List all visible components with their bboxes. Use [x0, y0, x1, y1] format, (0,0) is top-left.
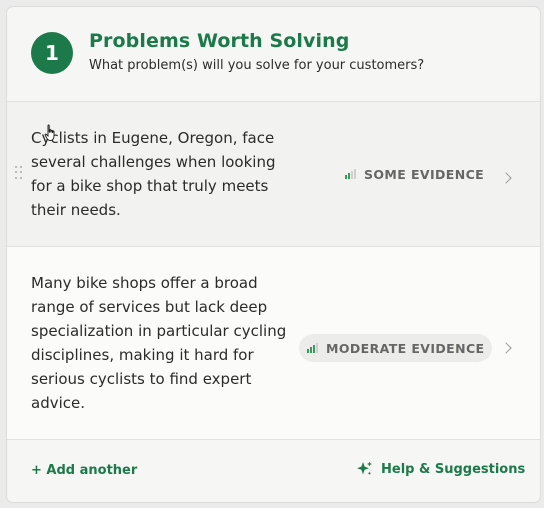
- problems-card: 1 Problems Worth Solving What problem(s)…: [6, 6, 541, 503]
- chevron-right-icon[interactable]: [500, 172, 512, 184]
- signal-bars-icon: [307, 343, 318, 353]
- card-footer: + Add another Help & Suggestions: [7, 440, 540, 502]
- evidence-badge[interactable]: SOME EVIDENCE: [337, 160, 492, 188]
- problem-item[interactable]: Many bike shops offer a broad range of s…: [7, 247, 540, 439]
- step-number-badge: 1: [31, 32, 73, 74]
- signal-bars-icon: [345, 169, 356, 179]
- add-another-button[interactable]: + Add another: [31, 463, 137, 478]
- hand-cursor-icon: [44, 124, 55, 141]
- problem-text[interactable]: Cyclists in Eugene, Oregon, face several…: [31, 126, 299, 222]
- drag-handle-icon[interactable]: [15, 166, 23, 180]
- section-header: 1 Problems Worth Solving What problem(s)…: [7, 7, 540, 101]
- help-label: Help & Suggestions: [381, 461, 526, 477]
- sparkle-icon: [357, 461, 372, 476]
- evidence-label: MODERATE EVIDENCE: [326, 340, 485, 356]
- help-suggestions-button[interactable]: Help & Suggestions: [356, 461, 525, 477]
- evidence-label: SOME EVIDENCE: [364, 166, 485, 182]
- section-subtitle: What problem(s) will you solve for your …: [89, 58, 425, 73]
- chevron-right-icon[interactable]: [500, 342, 512, 354]
- problem-text[interactable]: Many bike shops offer a broad range of s…: [31, 271, 293, 415]
- problem-item[interactable]: Cyclists in Eugene, Oregon, face several…: [7, 102, 540, 246]
- section-title: Problems Worth Solving: [89, 30, 350, 52]
- evidence-badge[interactable]: MODERATE EVIDENCE: [299, 334, 493, 362]
